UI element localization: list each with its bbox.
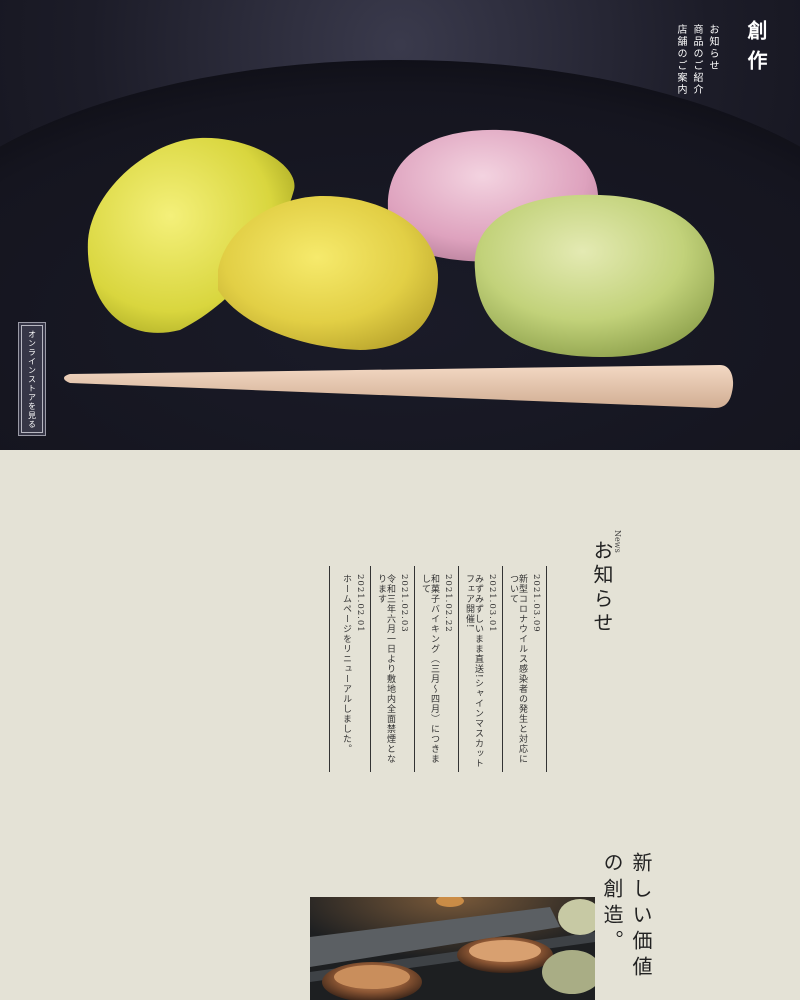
hero-image: 創作 お知らせ 商品のご紹介 店舗のご案内 オンラインストアを見る xyxy=(0,0,800,450)
news-item[interactable]: 2021.02.22 和菓子バイキング（三月〜四月）につきまして xyxy=(418,566,459,772)
value-section-title: 新しい価値の創造。 xyxy=(600,852,653,982)
nav-products[interactable]: 商品のご紹介 xyxy=(691,24,702,96)
news-date: 2021.02.03 xyxy=(399,574,409,633)
craft-photo xyxy=(310,897,595,1000)
online-store-button[interactable]: オンラインストアを見る xyxy=(18,322,46,436)
craft-photo-image xyxy=(310,897,595,1000)
news-date: 2021.03.01 xyxy=(487,574,497,633)
news-headline: 令和三年六月一日より敷地内全面禁煙となります xyxy=(376,574,395,764)
news-section-title: お知らせ xyxy=(590,540,614,636)
nav-stores[interactable]: 店舗のご案内 xyxy=(675,24,686,96)
online-store-label: オンラインストアを見る xyxy=(27,329,37,429)
news-headline: ホームページをリニューアルしました。 xyxy=(341,574,351,754)
news-date: 2021.02.22 xyxy=(443,574,453,633)
nav-news[interactable]: お知らせ xyxy=(707,24,718,72)
news-item[interactable]: 2021.03.09 新型コロナウイルス感染者の発生と対応について xyxy=(506,566,547,772)
news-date: 2021.02.01 xyxy=(355,574,365,633)
site-logo[interactable]: 創作 xyxy=(742,20,771,80)
news-item[interactable]: 2021.02.03 令和三年六月一日より敷地内全面禁煙となります xyxy=(374,566,415,772)
news-headline: 新型コロナウイルス感染者の発生と対応について xyxy=(508,574,527,764)
news-headline: みずみずしいまま直送!シャインマスカットフェア開催! xyxy=(464,574,483,769)
news-headline: 和菓子バイキング（三月〜四月）につきまして xyxy=(420,574,439,764)
news-date: 2021.03.09 xyxy=(531,574,541,633)
news-item[interactable]: 2021.02.01 ホームページをリニューアルしました。 xyxy=(329,566,371,772)
news-item[interactable]: 2021.03.01 みずみずしいまま直送!シャインマスカットフェア開催! xyxy=(462,566,503,772)
